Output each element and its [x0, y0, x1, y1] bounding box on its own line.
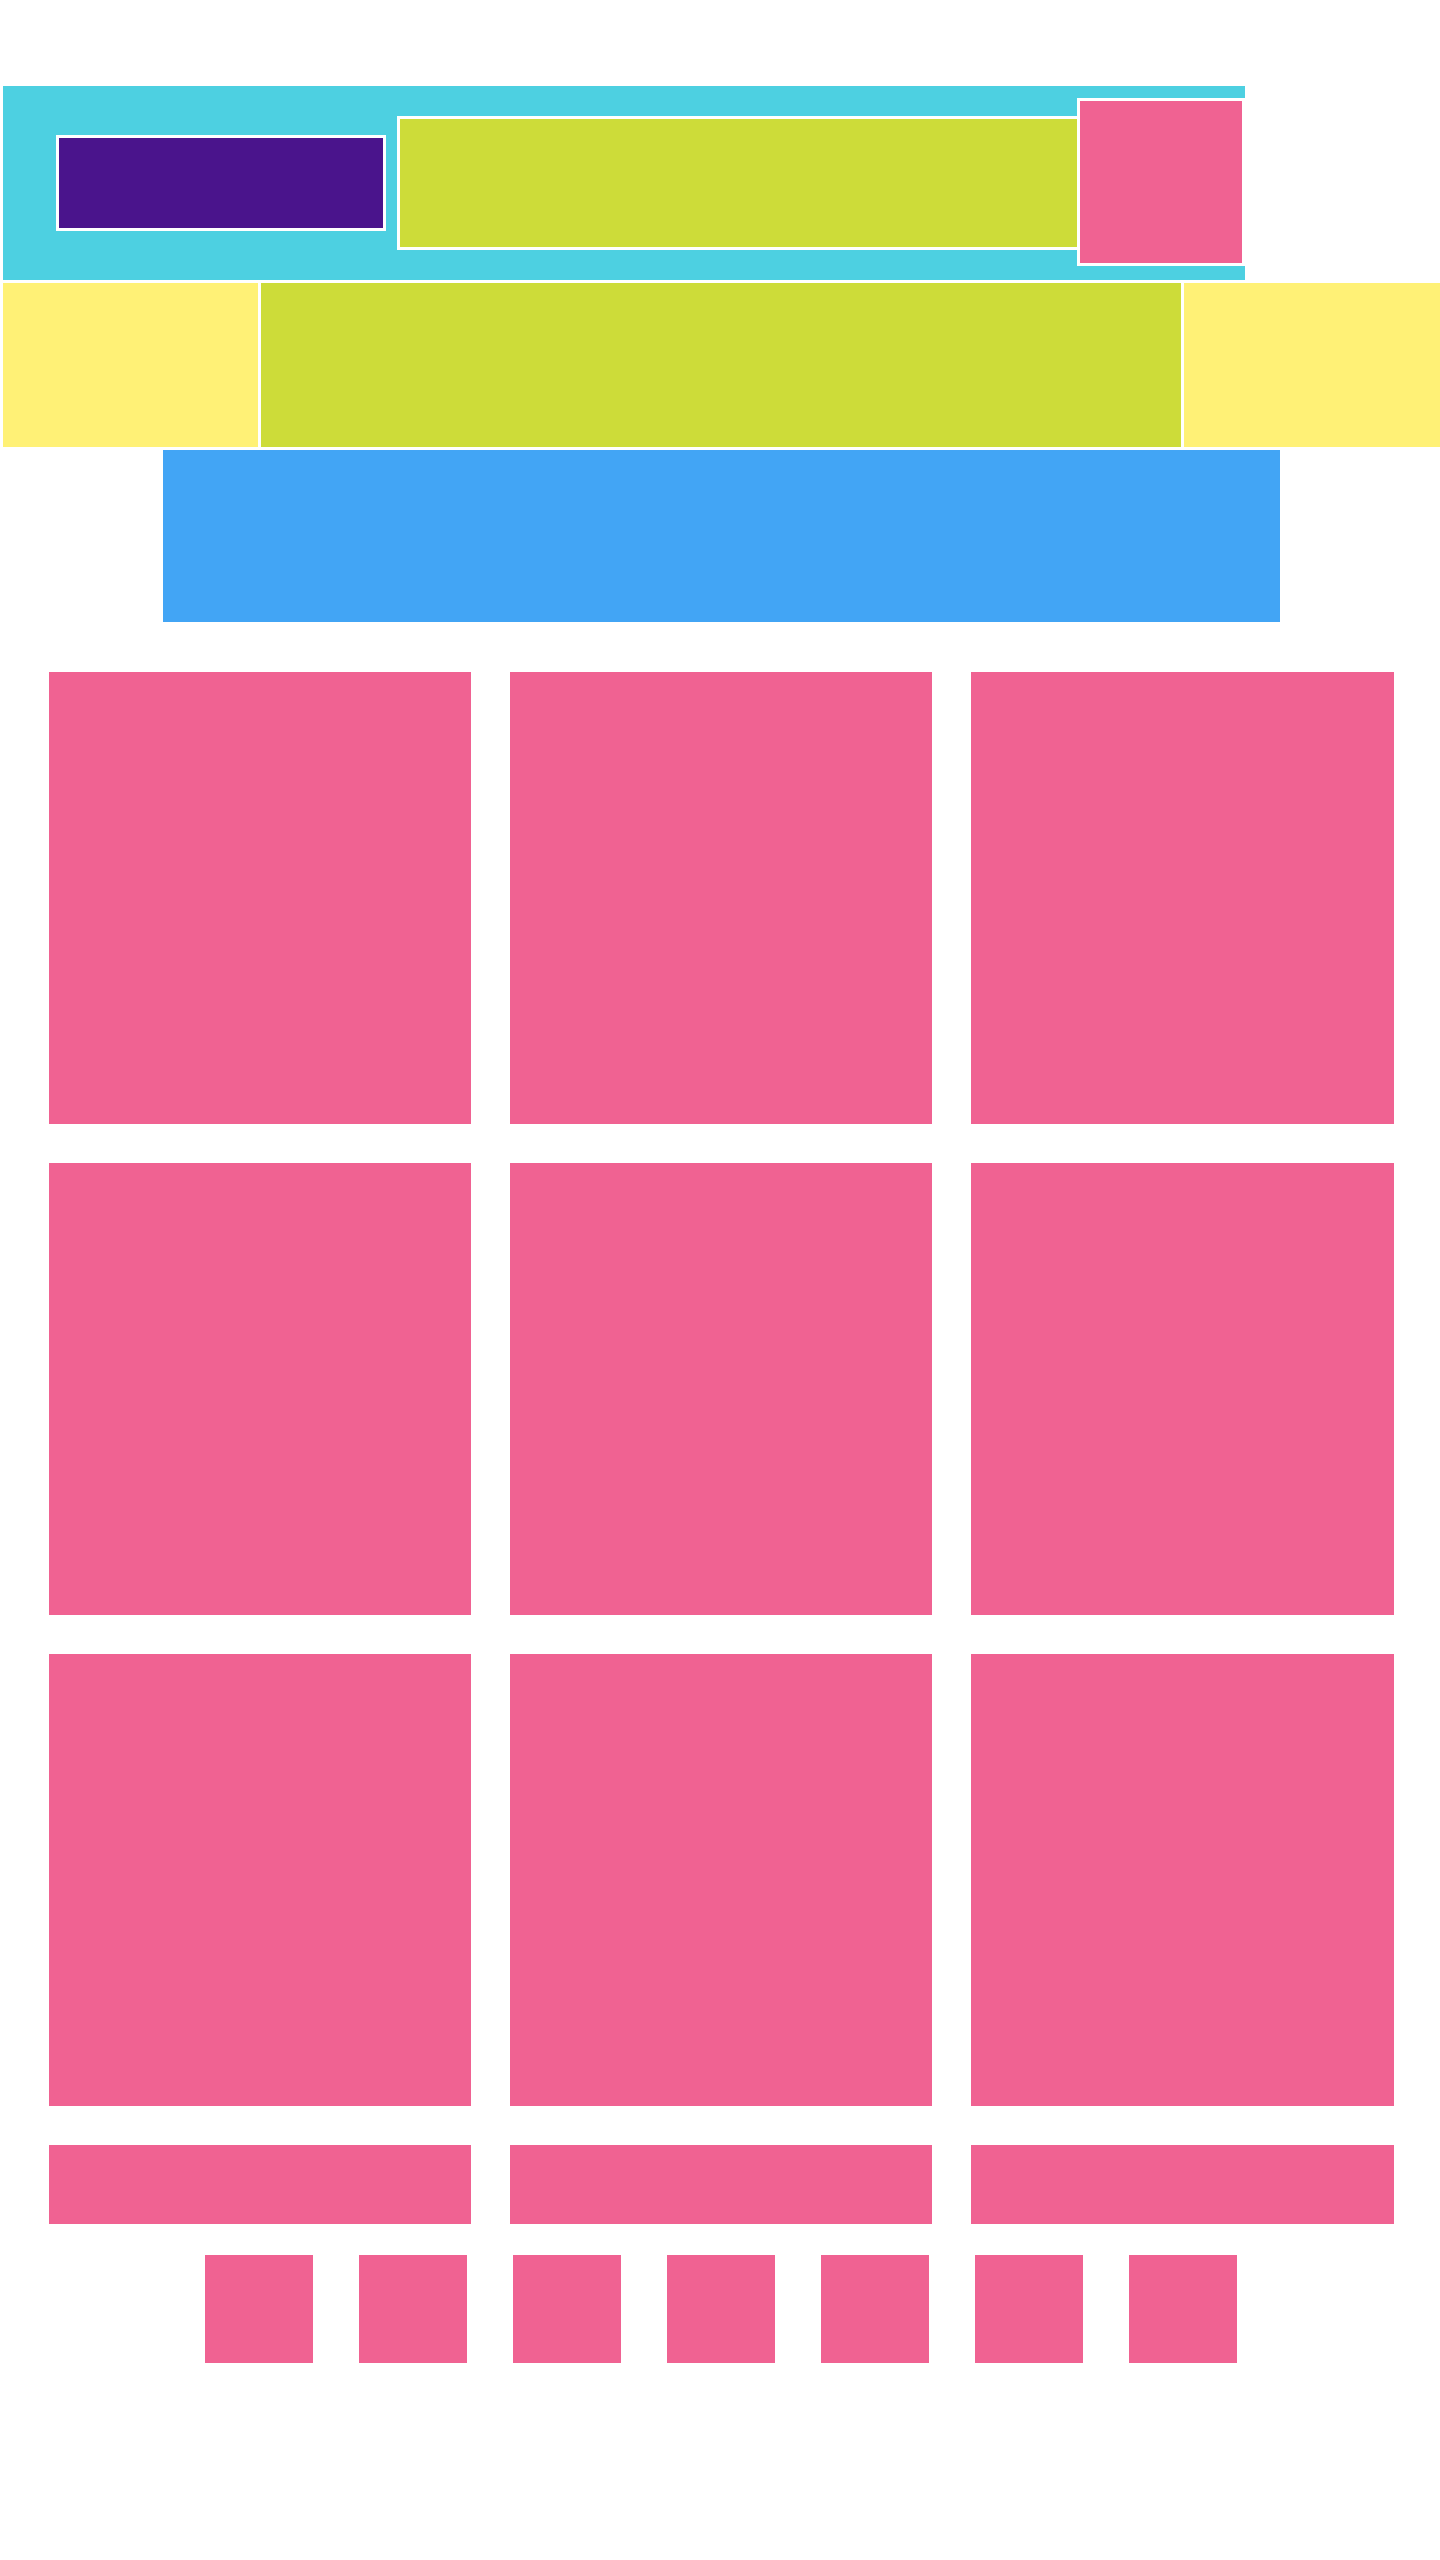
- grid-card-8[interactable]: [510, 1654, 932, 2106]
- grid-card-1[interactable]: [49, 672, 471, 1124]
- grid-card-2[interactable]: [510, 672, 932, 1124]
- footer-button-3[interactable]: [971, 2145, 1394, 2224]
- pager-item-5[interactable]: [821, 2255, 929, 2363]
- pager-item-6[interactable]: [975, 2255, 1083, 2363]
- grid-card-3[interactable]: [971, 672, 1394, 1124]
- grid-card-5[interactable]: [510, 1163, 932, 1615]
- pager-item-2[interactable]: [359, 2255, 467, 2363]
- pager-item-7[interactable]: [1129, 2255, 1237, 2363]
- logo[interactable]: [56, 135, 386, 231]
- avatar[interactable]: [1077, 98, 1245, 266]
- grid-card-7[interactable]: [49, 1654, 471, 2106]
- pager-item-3[interactable]: [513, 2255, 621, 2363]
- grid-card-9[interactable]: [971, 1654, 1394, 2106]
- nav-center-panel[interactable]: [258, 283, 1184, 447]
- grid-card-6[interactable]: [971, 1163, 1394, 1615]
- pager-item-4[interactable]: [667, 2255, 775, 2363]
- pager-item-1[interactable]: [205, 2255, 313, 2363]
- nav-left-panel[interactable]: [3, 283, 258, 447]
- nav-right-panel[interactable]: [1184, 283, 1440, 447]
- footer-button-1[interactable]: [49, 2145, 471, 2224]
- hero-banner[interactable]: [163, 450, 1280, 622]
- footer-button-2[interactable]: [510, 2145, 932, 2224]
- grid-card-4[interactable]: [49, 1163, 471, 1615]
- search-input[interactable]: [397, 116, 1080, 250]
